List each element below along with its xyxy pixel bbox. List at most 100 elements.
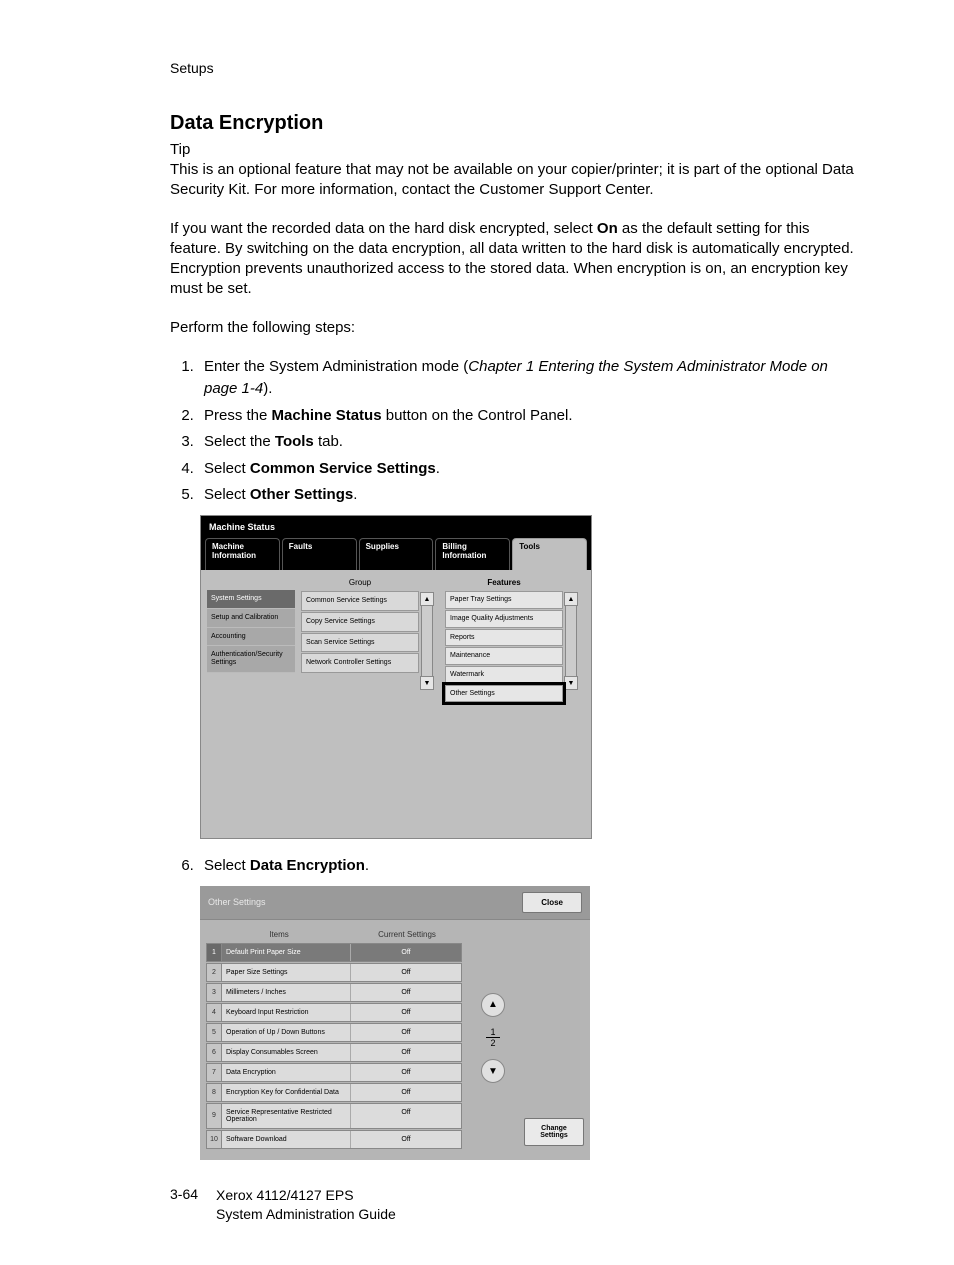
change-settings-button[interactable]: Change Settings xyxy=(524,1118,584,1146)
col-items: Items xyxy=(206,930,352,939)
tab-supplies[interactable]: Supplies xyxy=(359,538,434,571)
text: tab. xyxy=(314,433,343,450)
page-indicator: 1 2 xyxy=(486,1027,499,1050)
row-paper-size-settings[interactable]: 2 Paper Size Settings Off xyxy=(206,963,462,982)
row-num: 6 xyxy=(207,1044,222,1061)
close-button[interactable]: Close xyxy=(522,892,582,913)
other-settings: Other Settings xyxy=(250,486,353,503)
sidebar-setup-calibration[interactable]: Setup and Calibration xyxy=(207,609,295,628)
page-current: 1 xyxy=(486,1027,499,1039)
row-name: Default Print Paper Size xyxy=(222,944,350,961)
page-up-icon[interactable]: ▲ xyxy=(481,993,505,1017)
feature-maintenance[interactable]: Maintenance xyxy=(445,647,563,665)
row-val: Off xyxy=(350,1084,461,1101)
text: Select xyxy=(204,486,250,503)
text: Select the xyxy=(204,433,275,450)
step-3: Select the Tools tab. xyxy=(198,431,864,454)
footer-line2: System Administration Guide xyxy=(216,1205,396,1225)
step-5: Select Other Settings. xyxy=(198,484,864,507)
tab-tools[interactable]: Tools xyxy=(512,538,587,571)
common-service-settings: Common Service Settings xyxy=(250,460,436,477)
row-num: 10 xyxy=(207,1131,222,1148)
steps-list: Enter the System Administration mode (Ch… xyxy=(170,356,864,507)
scroll-up-icon[interactable]: ▲ xyxy=(564,592,578,606)
row-encryption-key[interactable]: 8 Encryption Key for Confidential Data O… xyxy=(206,1083,462,1102)
settings-list: Items Current Settings 1 Default Print P… xyxy=(206,926,462,1150)
on-keyword: On xyxy=(597,220,618,237)
sidebar-accounting[interactable]: Accounting xyxy=(207,628,295,647)
screenshot-other-settings: Other Settings Close Items Current Setti… xyxy=(200,886,590,1160)
tab-faults[interactable]: Faults xyxy=(282,538,357,571)
row-num: 2 xyxy=(207,964,222,981)
row-software-download[interactable]: 10 Software Download Off xyxy=(206,1130,462,1149)
window-title: Machine Status xyxy=(201,516,591,538)
screenshot-tools-panel: Machine Status Machine Information Fault… xyxy=(200,515,592,840)
row-name: Paper Size Settings xyxy=(222,964,350,981)
tab-billing[interactable]: Billing Information xyxy=(435,538,510,571)
steps-list-cont: Select Data Encryption. xyxy=(170,855,864,878)
sidebar-auth-security[interactable]: Authentication/Security Settings xyxy=(207,646,295,672)
row-millimeters-inches[interactable]: 3 Millimeters / Inches Off xyxy=(206,983,462,1002)
row-val: Off xyxy=(350,984,461,1001)
tab-machine-info[interactable]: Machine Information xyxy=(205,538,280,571)
running-header: Setups xyxy=(170,60,864,76)
step-4: Select Common Service Settings. xyxy=(198,458,864,481)
perform-intro: Perform the following steps: xyxy=(170,318,864,338)
data-encryption: Data Encryption xyxy=(250,857,365,874)
row-num: 9 xyxy=(207,1104,222,1128)
features-scroll: ▲ ▼ xyxy=(565,592,577,690)
row-name: Display Consumables Screen xyxy=(222,1044,350,1061)
group-scroll: ▲ ▼ xyxy=(421,592,433,690)
list-pager: ▲ 1 2 ▼ xyxy=(470,926,516,1150)
page-down-icon[interactable]: ▼ xyxy=(481,1059,505,1083)
text: Select xyxy=(204,857,250,874)
page-footer: 3-64 Xerox 4112/4127 EPS System Administ… xyxy=(170,1186,864,1225)
scroll-track[interactable] xyxy=(565,606,577,676)
group-copy-service[interactable]: Copy Service Settings xyxy=(301,612,419,632)
text: . xyxy=(436,460,440,477)
footer-line1: Xerox 4112/4127 EPS xyxy=(216,1186,396,1206)
feature-paper-tray[interactable]: Paper Tray Settings xyxy=(445,591,563,609)
row-keyboard-restriction[interactable]: 4 Keyboard Input Restriction Off xyxy=(206,1003,462,1022)
right-panel: Change Settings xyxy=(524,926,584,1150)
scroll-down-icon[interactable]: ▼ xyxy=(564,676,578,690)
feature-other-settings[interactable]: Other Settings xyxy=(445,685,563,703)
page-title: Data Encryption xyxy=(170,112,864,135)
row-up-down-buttons[interactable]: 5 Operation of Up / Down Buttons Off xyxy=(206,1023,462,1042)
row-name: Keyboard Input Restriction xyxy=(222,1004,350,1021)
feature-watermark[interactable]: Watermark xyxy=(445,666,563,684)
sidebar-system-settings[interactable]: System Settings xyxy=(207,590,295,609)
text: . xyxy=(365,857,369,874)
col-current: Current Settings xyxy=(352,930,462,939)
group-common-service[interactable]: Common Service Settings xyxy=(301,591,419,611)
row-service-rep-restricted[interactable]: 9 Service Representative Restricted Oper… xyxy=(206,1103,462,1129)
feature-image-quality[interactable]: Image Quality Adjustments xyxy=(445,610,563,628)
step-2: Press the Machine Status button on the C… xyxy=(198,405,864,428)
row-name: Operation of Up / Down Buttons xyxy=(222,1024,350,1041)
feature-reports[interactable]: Reports xyxy=(445,629,563,647)
tip-label: Tip xyxy=(170,141,864,158)
text: Press the xyxy=(204,407,272,424)
row-name: Software Download xyxy=(222,1131,350,1148)
scroll-track[interactable] xyxy=(421,606,433,676)
text: If you want the recorded data on the har… xyxy=(170,220,597,237)
features-label: Features xyxy=(445,578,563,587)
row-data-encryption[interactable]: 7 Data Encryption Off xyxy=(206,1063,462,1082)
row-default-print-paper-size[interactable]: 1 Default Print Paper Size Off xyxy=(206,943,462,962)
row-val: Off xyxy=(350,1044,461,1061)
scroll-down-icon[interactable]: ▼ xyxy=(420,676,434,690)
group-network-controller[interactable]: Network Controller Settings xyxy=(301,653,419,673)
dialog-title: Other Settings xyxy=(208,897,266,907)
machine-status: Machine Status xyxy=(272,407,382,424)
row-name: Encryption Key for Confidential Data xyxy=(222,1084,350,1101)
features-column: Features Paper Tray Settings Image Quali… xyxy=(445,578,563,778)
row-val: Off xyxy=(350,1064,461,1081)
row-num: 3 xyxy=(207,984,222,1001)
scroll-up-icon[interactable]: ▲ xyxy=(420,592,434,606)
text: ). xyxy=(263,380,272,397)
row-display-consumables[interactable]: 6 Display Consumables Screen Off xyxy=(206,1043,462,1062)
group-scan-service[interactable]: Scan Service Settings xyxy=(301,633,419,653)
row-num: 4 xyxy=(207,1004,222,1021)
step-6: Select Data Encryption. xyxy=(198,855,864,878)
page-total: 2 xyxy=(486,1038,499,1049)
